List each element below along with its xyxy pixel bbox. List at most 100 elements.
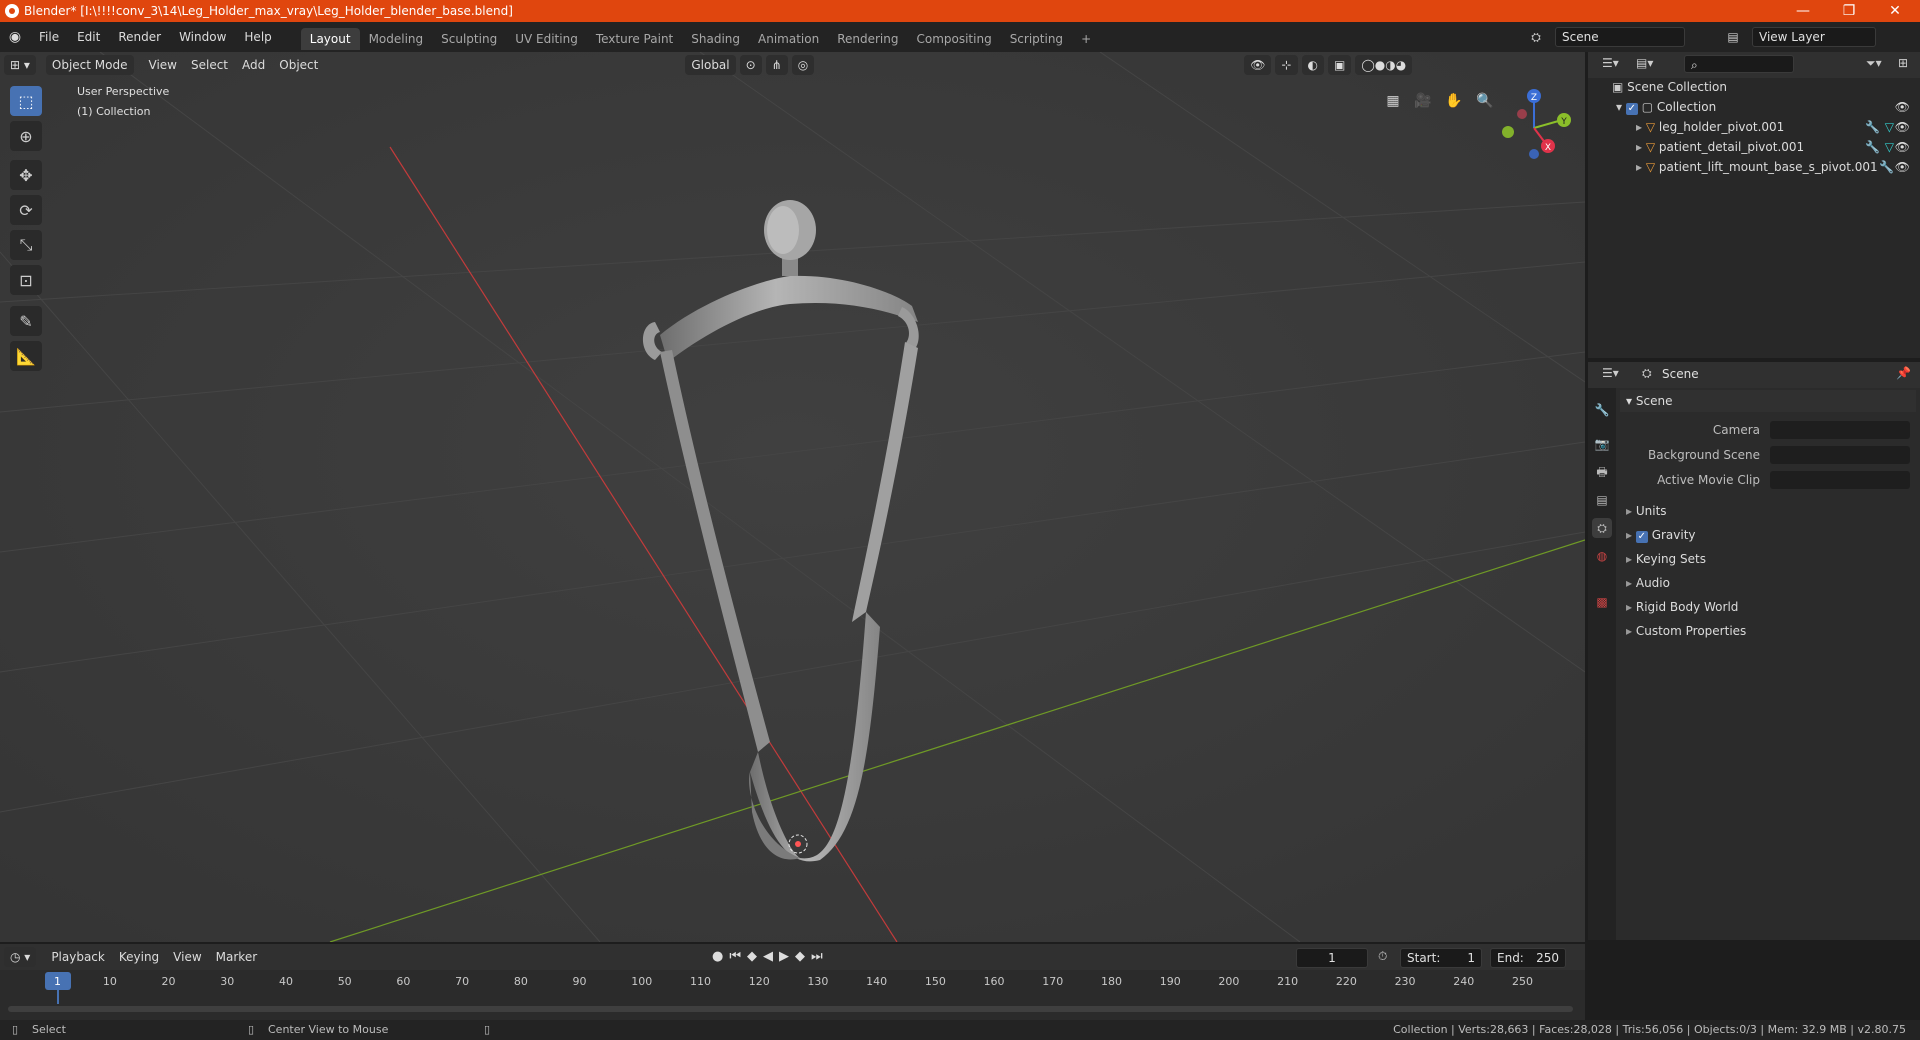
new-collection-icon[interactable]: ⊞ xyxy=(1898,56,1908,70)
eye-icon[interactable]: 👁 xyxy=(1895,157,1910,177)
start-frame-field[interactable]: Start: 1 xyxy=(1400,948,1482,968)
record-icon[interactable]: ● xyxy=(712,949,729,964)
eye-icon[interactable]: 👁 xyxy=(1895,97,1910,117)
tab-uv-editing[interactable]: UV Editing xyxy=(506,28,587,50)
menu-window[interactable]: Window xyxy=(170,22,235,52)
collection-checkbox[interactable]: ✓ xyxy=(1625,103,1638,115)
area-divider[interactable] xyxy=(1588,358,1920,362)
tab-shading[interactable]: Shading xyxy=(682,28,749,50)
menu-edit[interactable]: Edit xyxy=(68,22,109,52)
transform-tool-icon[interactable]: ⊡ xyxy=(10,265,42,295)
proportional-editing-icon[interactable]: ◎ xyxy=(791,55,815,75)
editor-type-button[interactable]: ⊞ ▾ xyxy=(4,55,36,75)
outliner-object-row[interactable]: ▸ ▽ patient_lift_mount_base_s_pivot.001 … xyxy=(1588,157,1920,177)
select-box-tool-icon[interactable]: ⬚ xyxy=(10,86,42,116)
timeline-menu-marker[interactable]: Marker xyxy=(209,950,264,964)
viewport-menu-add[interactable]: Add xyxy=(235,58,272,72)
custom-properties-panel-header[interactable]: ▸ Custom Properties xyxy=(1620,620,1916,642)
pivot-point-icon[interactable]: ⊙ xyxy=(739,55,762,75)
move-tool-icon[interactable]: ✥ xyxy=(10,160,42,190)
output-tab-icon[interactable]: 🖶 xyxy=(1592,462,1612,482)
overlay-toggle-icon[interactable]: ◐ xyxy=(1301,55,1325,75)
outliner-object-row[interactable]: ▸ ▽ leg_holder_pivot.001 🔧 ▽ 👁 xyxy=(1588,117,1920,137)
tab-texture-paint[interactable]: Texture Paint xyxy=(587,28,682,50)
viewport-menu-object[interactable]: Object xyxy=(272,58,325,72)
annotate-tool-icon[interactable]: ✎ xyxy=(10,306,42,336)
render-tab-icon[interactable]: 📷 xyxy=(1592,434,1612,454)
units-panel-header[interactable]: ▸ Units xyxy=(1620,500,1916,522)
timeline-menu-keying[interactable]: Keying xyxy=(112,950,166,964)
rotate-tool-icon[interactable]: ⟳ xyxy=(10,195,42,225)
prev-keyframe-icon[interactable]: ◆ xyxy=(747,949,763,964)
shading-modes-icon[interactable]: ◯●◑◕ xyxy=(1355,55,1413,75)
eye-icon[interactable]: 👁 xyxy=(1895,137,1910,157)
object-mode-dropdown[interactable]: Object Mode xyxy=(45,55,134,75)
active-movie-clip-field[interactable] xyxy=(1770,471,1910,489)
outliner-object-row[interactable]: ▸ ▽ patient_detail_pivot.001 🔧 ▽ 👁 xyxy=(1588,137,1920,157)
tab-rendering[interactable]: Rendering xyxy=(828,28,907,50)
filter-icon[interactable]: ⏷▾ xyxy=(1866,56,1882,71)
viewport-menu-select[interactable]: Select xyxy=(184,58,235,72)
menu-file[interactable]: File xyxy=(30,22,68,52)
tab-sculpting[interactable]: Sculpting xyxy=(432,28,506,50)
tab-compositing[interactable]: Compositing xyxy=(907,28,1000,50)
scale-tool-icon[interactable]: ⤡ xyxy=(10,230,42,260)
outliner-search-input[interactable]: ⌕ xyxy=(1684,55,1794,73)
toggle-grid-icon[interactable]: ▦ xyxy=(1380,88,1406,114)
area-divider[interactable] xyxy=(1585,52,1588,1020)
tab-scripting[interactable]: Scripting xyxy=(1001,28,1072,50)
timeline-scrollbar[interactable] xyxy=(8,1006,1573,1012)
xray-toggle-icon[interactable]: ▣ xyxy=(1328,55,1352,75)
transform-orientation-dropdown[interactable]: Global xyxy=(685,55,736,75)
eye-icon[interactable]: 👁 xyxy=(1895,117,1910,137)
gizmo-toggle-icon[interactable]: ⊹ xyxy=(1275,55,1298,75)
play-reverse-icon[interactable]: ◀ xyxy=(763,949,779,964)
background-scene-field[interactable] xyxy=(1770,446,1910,464)
tab-layout[interactable]: Layout xyxy=(300,28,360,50)
scene-icon[interactable]: ⛭ xyxy=(1525,27,1547,47)
snap-icon[interactable]: ⋔ xyxy=(765,55,788,75)
visibility-icon[interactable]: 👁 xyxy=(1244,55,1272,75)
close-button[interactable]: ✕ xyxy=(1872,0,1918,22)
menu-render[interactable]: Render xyxy=(109,22,170,52)
view-layer-icon[interactable]: ▤ xyxy=(1722,27,1744,47)
pin-icon[interactable]: 📌 xyxy=(1896,366,1911,380)
area-divider[interactable] xyxy=(0,942,1585,944)
world-tab-icon[interactable]: ◍ xyxy=(1592,546,1612,566)
jump-end-icon[interactable]: ⏭ xyxy=(811,949,829,964)
minimize-button[interactable]: — xyxy=(1780,0,1826,22)
timeline-menu-playback[interactable]: Playback xyxy=(44,950,112,964)
blender-menu-icon[interactable]: ◉ xyxy=(0,29,30,45)
camera-field[interactable] xyxy=(1770,421,1910,439)
outliner-editor-icon[interactable]: ☰▾ xyxy=(1602,56,1619,70)
end-frame-field[interactable]: End: 250 xyxy=(1490,948,1566,968)
scene-tab-icon[interactable]: ⛭ xyxy=(1592,518,1612,538)
jump-start-icon[interactable]: ⏮ xyxy=(729,949,747,964)
tool-tab-icon[interactable]: 🔧 xyxy=(1592,400,1612,420)
play-icon[interactable]: ▶ xyxy=(779,949,795,964)
maximize-button[interactable]: ❐ xyxy=(1826,0,1872,22)
measure-tool-icon[interactable]: 📐 xyxy=(10,341,42,371)
pan-view-icon[interactable]: ✋ xyxy=(1441,88,1467,114)
tab-modeling[interactable]: Modeling xyxy=(360,28,433,50)
keying-sets-panel-header[interactable]: ▸ Keying Sets xyxy=(1620,548,1916,570)
viewport-menu-view[interactable]: View xyxy=(142,58,184,72)
outliner-scene-collection[interactable]: ▣ Scene Collection xyxy=(1588,77,1920,97)
audio-panel-header[interactable]: ▸ Audio xyxy=(1620,572,1916,594)
properties-editor-icon[interactable]: ☰▾ xyxy=(1602,366,1619,380)
next-keyframe-icon[interactable]: ◆ xyxy=(795,949,811,964)
timeline-editor-icon[interactable]: ◷ ▾ xyxy=(4,947,37,967)
timeline-menu-view[interactable]: View xyxy=(166,950,208,964)
cursor-tool-icon[interactable]: ⊕ xyxy=(10,121,42,151)
camera-view-icon[interactable]: 🎥 xyxy=(1410,88,1436,114)
playback-controls[interactable]: ●⏮◆◀▶◆⏭ xyxy=(712,949,829,964)
3d-viewport[interactable] xyxy=(0,52,1585,942)
view-layer-selector[interactable]: View Layer xyxy=(1752,27,1876,47)
gravity-panel-header[interactable]: ▸ ✓ Gravity xyxy=(1620,524,1916,546)
view-layer-tab-icon[interactable]: ▤ xyxy=(1592,490,1612,510)
scene-section-header[interactable]: ▾ Scene xyxy=(1620,390,1916,412)
scene-selector[interactable]: Scene xyxy=(1555,27,1685,47)
navigation-gizmo[interactable]: Z Y X xyxy=(1490,82,1574,166)
current-frame-field[interactable]: 1 xyxy=(1296,948,1368,968)
tab-animation[interactable]: Animation xyxy=(749,28,828,50)
